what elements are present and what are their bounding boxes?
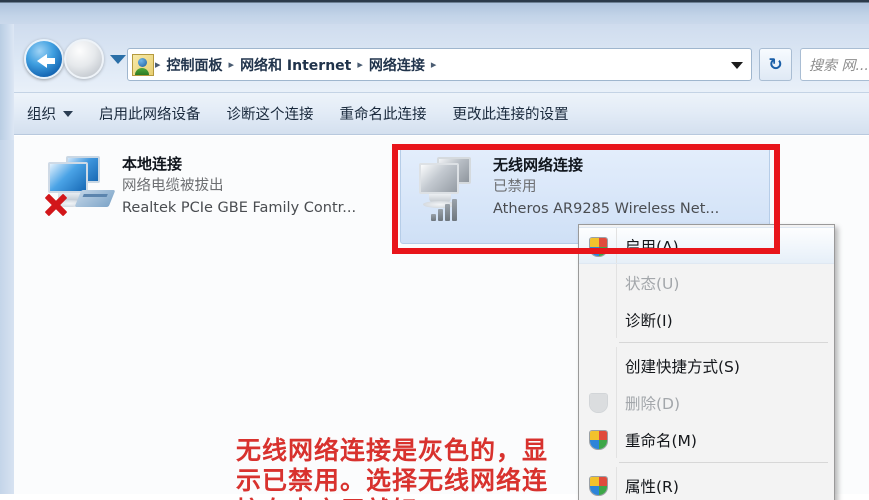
control-panel-icon (132, 53, 154, 76)
connection-device: Realtek PCIe GBE Family Contr... (122, 200, 357, 216)
breadcrumb-separator: ▸ (228, 58, 235, 71)
annotation-note: 无线网络连接是灰色的，显示已禁用。选择无线网络连接右击启用就好 (236, 436, 549, 500)
context-menu: 启用(A) 状态(U) 诊断(I) 创建快捷方式(S) 删除(D) 重命名(M) (578, 224, 835, 500)
network-adapter-unplugged-icon (40, 152, 118, 224)
toolbar-label: 重命名此连接 (339, 107, 427, 123)
signal-bars-icon (431, 197, 465, 221)
address-dropdown-icon[interactable] (731, 62, 743, 69)
uac-shield-icon (589, 476, 608, 496)
context-menu-item-delete: 删除(D) (579, 384, 834, 421)
context-menu-item-diagnose[interactable]: 诊断(I) (579, 301, 834, 338)
toolbar-label: 更改此连接的设置 (452, 107, 569, 123)
toolbar-label: 诊断这个连接 (226, 107, 314, 123)
context-menu-item-enable[interactable]: 启用(A) (579, 227, 834, 264)
toolbar-label: 启用此网络设备 (99, 107, 201, 123)
uac-shield-icon (589, 237, 608, 257)
context-menu-item-properties[interactable]: 属性(R) (579, 467, 834, 500)
breadcrumb-separator: ▸ (430, 58, 437, 71)
address-bar[interactable]: ▸ 控制面板 ▸ 网络和 Internet ▸ 网络连接 ▸ (127, 48, 752, 81)
command-toolbar: 组织 启用此网络设备 诊断这个连接 重命名此连接 更改此连接的设置 (14, 92, 869, 135)
breadcrumb-item-control-panel[interactable]: 控制面板 (162, 55, 228, 75)
toolbar-label: 组织 (27, 107, 56, 123)
connection-status: 已禁用 (493, 179, 537, 195)
connection-name: 本地连接 (122, 155, 183, 173)
context-menu-label: 创建快捷方式(S) (625, 357, 740, 376)
window-frame-left-lower (0, 140, 14, 500)
context-menu-label: 删除(D) (625, 394, 681, 413)
context-menu-separator (619, 462, 828, 463)
breadcrumb-item-network-and-internet[interactable]: 网络和 Internet (235, 55, 356, 75)
connection-device: Atheros AR9285 Wireless Net... (493, 201, 720, 217)
context-menu-item-status: 状态(U) (579, 264, 834, 301)
context-menu-label: 诊断(I) (625, 311, 673, 330)
breadcrumb-separator: ▸ (155, 58, 161, 71)
context-menu-label: 属性(R) (625, 477, 679, 496)
search-input[interactable]: 搜索 网... (800, 48, 869, 81)
back-button[interactable] (24, 39, 64, 79)
wireless-adapter-disabled-icon (411, 153, 489, 225)
red-x-icon (42, 192, 68, 218)
context-menu-label: 启用(A) (625, 237, 679, 256)
connection-item-local-area[interactable]: 本地连接 网络电缆被拔出 Realtek PCIe GBE Family Con… (30, 144, 390, 229)
toolbar-item-diagnose[interactable]: 诊断这个连接 (214, 98, 327, 129)
window-root: ▸ 控制面板 ▸ 网络和 Internet ▸ 网络连接 ▸ ↻ 搜索 网...… (0, 0, 869, 500)
forward-button[interactable] (64, 39, 104, 79)
context-menu-item-create-shortcut[interactable]: 创建快捷方式(S) (579, 347, 834, 384)
toolbar-item-rename[interactable]: 重命名此连接 (327, 98, 440, 129)
recent-pages-chevron-icon[interactable] (110, 55, 126, 64)
refresh-button[interactable]: ↻ (759, 48, 792, 81)
search-placeholder: 搜索 网... (809, 57, 869, 74)
context-menu-label: 重命名(M) (625, 431, 697, 450)
context-menu-item-rename[interactable]: 重命名(M) (579, 421, 834, 458)
toolbar-item-organize[interactable]: 组织 (14, 98, 86, 129)
uac-shield-icon (589, 430, 608, 450)
breadcrumb-separator: ▸ (357, 58, 363, 71)
toolbar-item-change-settings[interactable]: 更改此连接的设置 (440, 98, 582, 129)
breadcrumb-item-network-connections[interactable]: 网络连接 (364, 55, 430, 75)
context-menu-label: 状态(U) (625, 274, 680, 293)
uac-shield-icon-disabled (589, 393, 608, 413)
navigation-bar: ▸ 控制面板 ▸ 网络和 Internet ▸ 网络连接 ▸ ↻ 搜索 网... (14, 24, 869, 92)
toolbar-item-enable-device[interactable]: 启用此网络设备 (86, 98, 214, 129)
context-menu-separator (619, 342, 828, 343)
connection-status: 网络电缆被拔出 (122, 178, 224, 194)
chevron-down-icon (63, 110, 73, 117)
connection-name: 无线网络连接 (493, 156, 584, 174)
refresh-icon: ↻ (768, 54, 783, 75)
